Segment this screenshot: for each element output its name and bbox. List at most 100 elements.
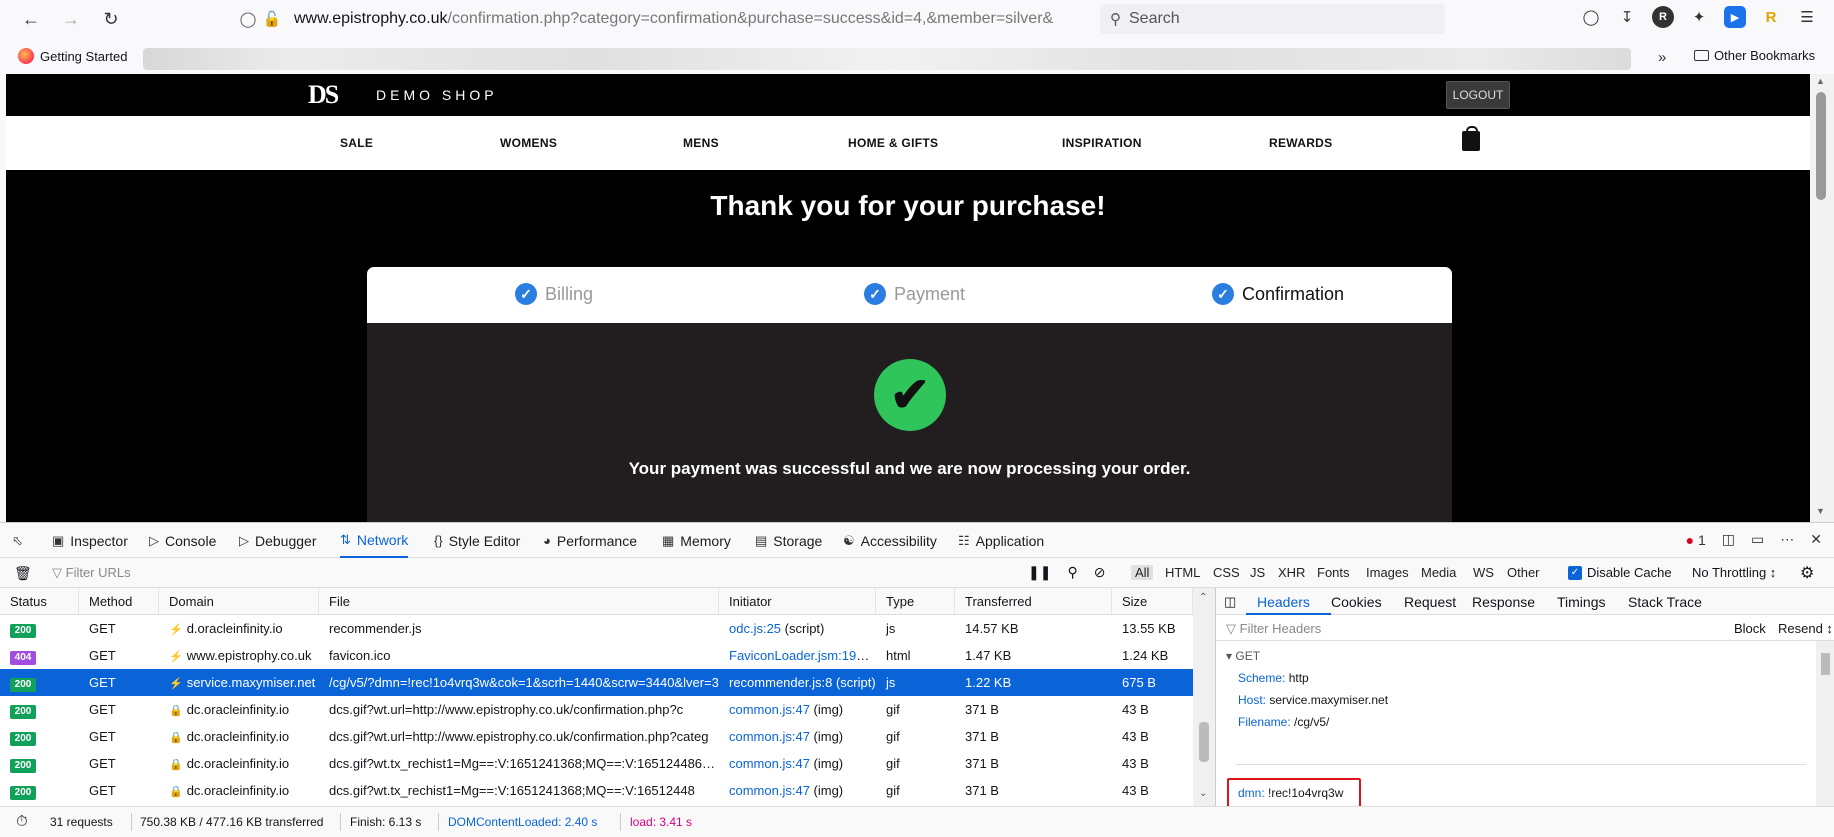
get-section-toggle[interactable]: ▾ GET xyxy=(1226,649,1260,663)
dock-icon[interactable]: ◫ xyxy=(1722,531,1735,548)
filter-media[interactable]: Media xyxy=(1421,565,1456,580)
downloads-icon[interactable]: ↧ xyxy=(1616,6,1638,28)
tab-application[interactable]: ☷ Application xyxy=(958,523,1044,558)
filter-js[interactable]: JS xyxy=(1250,565,1265,580)
initiator-link[interactable]: common.js:47 xyxy=(729,702,810,717)
filter-all[interactable]: All xyxy=(1131,565,1154,580)
column-header-transferred[interactable]: Transferred xyxy=(955,588,1112,614)
resend-button[interactable]: Resend ↕ xyxy=(1778,621,1833,636)
column-header-status[interactable]: Status xyxy=(0,588,79,614)
initiator-link[interactable]: common.js:47 xyxy=(729,783,810,798)
tab-cookies[interactable]: Cookies xyxy=(1331,594,1382,610)
filter-fonts[interactable]: Fonts xyxy=(1317,565,1350,580)
forward-arrow-icon[interactable]: → xyxy=(54,4,88,34)
shopping-bag-icon[interactable] xyxy=(1462,126,1480,151)
throttling-select[interactable]: No Throttling ↕ xyxy=(1692,565,1776,580)
logout-button[interactable]: LOGOUT xyxy=(1446,81,1510,109)
gear-icon[interactable]: ⚙ xyxy=(1800,563,1814,583)
nav-inspiration[interactable]: INSPIRATION xyxy=(1062,136,1142,150)
tab-performance[interactable]: ◕ Performance xyxy=(543,523,637,558)
bookmark-getting-started[interactable]: Getting Started xyxy=(18,48,127,64)
block-button[interactable]: Block xyxy=(1734,621,1766,636)
nav-mens[interactable]: MENS xyxy=(683,136,719,150)
scroll-thumb[interactable] xyxy=(1199,722,1209,762)
initiator-link[interactable]: recommender.js:8 xyxy=(729,675,832,690)
responsive-design-icon[interactable]: ▭ xyxy=(1751,531,1764,548)
details-scrollbar[interactable] xyxy=(1816,641,1834,806)
nav-rewards[interactable]: REWARDS xyxy=(1269,136,1332,150)
video-extension-icon[interactable]: ▶ xyxy=(1724,6,1746,28)
column-header-initiator[interactable]: Initiator xyxy=(719,588,876,614)
trash-icon[interactable]: 🗑 xyxy=(14,565,32,582)
initiator-link[interactable]: odc.js:25 xyxy=(729,621,781,636)
nav-womens[interactable]: WOMENS xyxy=(500,136,557,150)
column-header-file[interactable]: File xyxy=(319,588,719,614)
nav-sale[interactable]: SALE xyxy=(340,136,373,150)
table-row[interactable]: 200 GET 🔒 dc.oracleinfinity.io dcs.gif?wt.tx… xyxy=(0,777,1215,804)
filter-css[interactable]: CSS xyxy=(1213,565,1240,580)
menu-icon[interactable]: ☰ xyxy=(1796,6,1818,28)
r-extension-icon[interactable]: R xyxy=(1760,6,1782,28)
filter-images[interactable]: Images xyxy=(1366,565,1409,580)
table-row[interactable]: 200 GET 🔒 dc.oracleinfinity.io dcs.gif?wt.tx… xyxy=(0,750,1215,777)
filter-urls-input[interactable]: ▽ Filter URLs xyxy=(52,565,131,581)
tab-request[interactable]: Request xyxy=(1404,594,1456,610)
filter-html[interactable]: HTML xyxy=(1165,565,1200,580)
insecure-lock-icon[interactable]: 🔓 xyxy=(260,10,284,28)
column-header-type[interactable]: Type xyxy=(876,588,955,614)
profile-avatar[interactable]: R xyxy=(1652,6,1674,28)
tab-memory[interactable]: ▦ Memory xyxy=(662,523,731,558)
more-options-icon[interactable]: ⋯ xyxy=(1780,531,1794,548)
scroll-thumb[interactable] xyxy=(1821,653,1830,675)
other-bookmarks[interactable]: Other Bookmarks xyxy=(1694,48,1815,63)
column-header-domain[interactable]: Domain xyxy=(159,588,319,614)
table-row[interactable]: 200 GET 🔒 dc.oracleinfinity.io dcs.gif?wt.ur… xyxy=(0,723,1215,750)
filter-ws[interactable]: WS xyxy=(1473,565,1494,580)
filter-other[interactable]: Other xyxy=(1507,565,1540,580)
shield-icon[interactable]: ◯ xyxy=(236,10,260,28)
disable-cache-checkbox[interactable]: ✓ Disable Cache xyxy=(1568,565,1672,580)
back-arrow-icon[interactable]: ← xyxy=(14,4,48,34)
filter-headers-input[interactable]: ▽ Filter Headers xyxy=(1226,621,1321,637)
column-header-size[interactable]: Size xyxy=(1112,588,1193,614)
url-bar[interactable]: ◯ 🔓 www.epistrophy.co.uk/confirmation.ph… xyxy=(236,4,1313,34)
reload-icon[interactable]: ↻ xyxy=(94,4,128,34)
initiator-link[interactable]: common.js:47 xyxy=(729,729,810,744)
extension-icon[interactable]: ✦ xyxy=(1688,6,1710,28)
toggle-panel-icon[interactable]: ◫ xyxy=(1224,594,1236,610)
block-icon[interactable]: ⊘ xyxy=(1094,564,1106,581)
filter-xhr[interactable]: XHR xyxy=(1278,565,1305,580)
tab-inspector[interactable]: ▣ Inspector xyxy=(52,523,128,558)
tab-stack-trace[interactable]: Stack Trace xyxy=(1628,594,1702,610)
tab-console[interactable]: ▷ Console xyxy=(149,523,216,558)
element-picker-icon[interactable]: ⬁ xyxy=(12,523,23,558)
error-count[interactable]: ● 1 xyxy=(1686,532,1706,548)
scroll-down-icon[interactable]: ⌄ xyxy=(1199,788,1207,799)
scroll-down-icon[interactable]: ▼ xyxy=(1816,506,1825,516)
tab-network[interactable]: ⇅ Network xyxy=(340,523,409,558)
pause-icon[interactable]: ❚❚ xyxy=(1028,564,1051,581)
tab-response[interactable]: Response xyxy=(1472,594,1535,610)
table-row[interactable]: 200 GET ⚡ service.maxymiser.net/cg/v5/?dmn=… xyxy=(0,669,1215,696)
table-row[interactable]: 200 GET 🔒 dc.oracleinfinity.io dcs.gif?wt.ur… xyxy=(0,696,1215,723)
scroll-thumb[interactable] xyxy=(1816,92,1826,200)
url-text[interactable]: www.epistrophy.co.uk/confirmation.php?ca… xyxy=(294,10,1054,28)
search-box[interactable]: ⚲ Search xyxy=(1100,4,1445,34)
tab-debugger[interactable]: ▷ Debugger xyxy=(239,523,317,558)
tab-headers[interactable]: Headers xyxy=(1257,594,1310,610)
scroll-up-icon[interactable]: ⌃ xyxy=(1199,592,1207,603)
table-row[interactable]: 200 GET ⚡ d.oracleinfinity.io recommender.js… xyxy=(0,615,1215,642)
site-logo[interactable]: DS xyxy=(308,80,339,110)
nav-home-gifts[interactable]: HOME & GIFTS xyxy=(848,136,938,150)
scroll-up-icon[interactable]: ▲ xyxy=(1816,76,1825,86)
initiator-link[interactable]: common.js:47 xyxy=(729,756,810,771)
chevron-more-icon[interactable]: » xyxy=(1658,49,1666,66)
initiator-link[interactable]: FaviconLoader.jsm:191 xyxy=(729,648,869,663)
tab-storage[interactable]: ▤ Storage xyxy=(755,523,822,558)
page-scrollbar[interactable]: ▲ ▼ xyxy=(1810,74,1834,522)
search-icon[interactable]: ⚲ xyxy=(1067,564,1077,581)
tab-accessibility[interactable]: ☯ Accessibility xyxy=(843,523,937,558)
table-scrollbar[interactable]: ⌃ ⌄ xyxy=(1193,588,1215,806)
column-header-method[interactable]: Method xyxy=(79,588,159,614)
close-icon[interactable]: ✕ xyxy=(1810,531,1822,548)
